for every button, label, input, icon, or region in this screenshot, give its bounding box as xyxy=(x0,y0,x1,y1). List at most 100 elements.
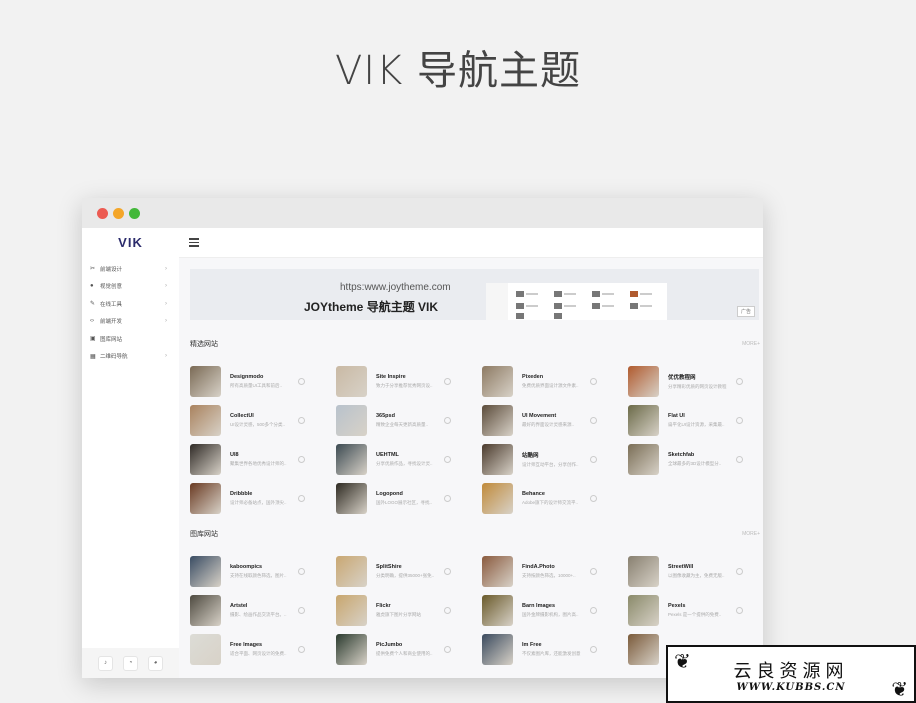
info-icon[interactable] xyxy=(444,646,451,653)
site-name: Free Images xyxy=(230,642,263,648)
info-icon[interactable] xyxy=(590,646,597,653)
site-card[interactable]: Site Inspire 致力于分享推荐优秀网页设.. xyxy=(336,362,482,401)
bell-icon[interactable]: ♪ xyxy=(98,655,113,671)
scissors-icon: ✂ xyxy=(90,266,96,273)
site-card[interactable]: Im Free 不仅素图片库，还能激发创意 xyxy=(482,630,628,669)
site-card[interactable]: PicJumbo 提供免费个人和商业使用的.. xyxy=(336,630,482,669)
section-more-link[interactable]: MORE+ xyxy=(742,341,760,347)
site-card[interactable]: 优优教程网 分享精彩优质的网页设计教程 xyxy=(628,362,763,401)
site-thumbnail xyxy=(628,634,659,665)
info-icon[interactable] xyxy=(444,417,451,424)
site-logo[interactable]: VIK xyxy=(82,235,179,250)
site-description: 提供免费个人和商业使用的.. xyxy=(376,651,433,656)
site-thumbnail xyxy=(482,634,513,665)
info-icon[interactable] xyxy=(736,607,743,614)
maximize-window-button[interactable] xyxy=(129,208,140,219)
site-thumbnail xyxy=(336,405,367,436)
site-name: Designmodo xyxy=(230,374,264,380)
site-name: PicJumbo xyxy=(376,642,403,648)
info-icon[interactable] xyxy=(590,495,597,502)
site-card[interactable]: Sketchfab 全球最多的3D设计模型分.. xyxy=(628,440,763,479)
window-titlebar xyxy=(82,198,763,228)
site-card-text: Flickr 雅虎旗下图片分享网站 xyxy=(376,603,446,618)
site-description: 分享优质作品，寻找设计灵.. xyxy=(376,461,433,466)
site-card[interactable]: UI8 聚集世界各地优秀设计师的.. xyxy=(190,440,336,479)
site-card-text: Free Images 适合平面、网页设计的免费.. xyxy=(230,642,300,657)
info-icon[interactable] xyxy=(298,607,305,614)
site-name: Site Inspire xyxy=(376,374,406,380)
close-window-button[interactable] xyxy=(97,208,108,219)
site-card[interactable]: Logopond 国外LOGO展示社区，寻找.. xyxy=(336,479,482,518)
site-card[interactable]: Free Images 适合平面、网页设计的免费.. xyxy=(190,630,336,669)
site-card-text: FindA.Photo 支持按颜色筛选，10000+.. xyxy=(522,564,592,579)
section-more-link[interactable]: MORE+ xyxy=(742,531,760,537)
info-icon[interactable] xyxy=(298,568,305,575)
site-card[interactable]: Behance Adobe旗下的设计师交流平.. xyxy=(482,479,628,518)
site-card[interactable]: UEHTML 分享优质作品，寻找设计灵.. xyxy=(336,440,482,479)
site-card-text: Im Free 不仅素图片库，还能激发创意 xyxy=(522,642,592,657)
weibo-icon[interactable]: ◔ xyxy=(123,655,138,671)
site-description: 分类明确，提供35000+张免.. xyxy=(376,573,435,578)
site-card[interactable]: StreetWill 以图像收藏为主，免费无版.. xyxy=(628,552,763,591)
site-card-text: StreetWill 以图像收藏为主，免费无版.. xyxy=(668,564,738,579)
info-icon[interactable] xyxy=(444,607,451,614)
site-card[interactable]: Designmodo 所有高质量UI工具和前后.. xyxy=(190,362,336,401)
sidebar-footer: ♪ ◔ ◕ xyxy=(82,648,179,678)
site-card-text: 365psd 精致企业每天更新高质量.. xyxy=(376,413,446,428)
site-card[interactable]: 365psd 精致企业每天更新高质量.. xyxy=(336,401,482,440)
site-card[interactable]: Barn Images 国外金牌摄影机构，图片高.. xyxy=(482,591,628,630)
info-icon[interactable] xyxy=(444,495,451,502)
info-icon[interactable] xyxy=(444,378,451,385)
site-card[interactable]: SplitShire 分类明确，提供35000+张免.. xyxy=(336,552,482,591)
info-icon[interactable] xyxy=(444,456,451,463)
info-icon[interactable] xyxy=(590,607,597,614)
site-card[interactable]: CollectUI UI设计灵感，500多个分类.. xyxy=(190,401,336,440)
info-icon[interactable] xyxy=(736,417,743,424)
site-card[interactable]: kaboompics 支持在线取颜色筛选，图片.. xyxy=(190,552,336,591)
hamburger-menu-icon[interactable] xyxy=(189,238,199,249)
site-card[interactable]: Flickr 雅虎旗下图片分享网站 xyxy=(336,591,482,630)
ad-banner[interactable]: https:www.joytheme.com JOYtheme 导航主题 VIK xyxy=(190,269,759,320)
info-icon[interactable] xyxy=(444,568,451,575)
info-icon[interactable] xyxy=(590,378,597,385)
site-card[interactable]: Pixeden 免费优质界面设计源文件素.. xyxy=(482,362,628,401)
site-name: UEHTML xyxy=(376,452,399,458)
info-icon[interactable] xyxy=(736,456,743,463)
info-icon[interactable] xyxy=(590,456,597,463)
info-icon[interactable] xyxy=(736,378,743,385)
sidebar-item-online-tools[interactable]: ✎ 在线工具 › xyxy=(82,295,179,313)
site-description: Adobe旗下的设计师交流平.. xyxy=(522,500,579,505)
info-icon[interactable] xyxy=(736,568,743,575)
site-name: Behance xyxy=(522,491,545,497)
sidebar-item-frontend-design[interactable]: ✂ 前端设计 › xyxy=(82,260,179,278)
site-thumbnail xyxy=(628,405,659,436)
site-card[interactable]: Flat UI 扁平化UI设计资源，采集最.. xyxy=(628,401,763,440)
info-icon[interactable] xyxy=(298,417,305,424)
info-icon[interactable] xyxy=(298,495,305,502)
info-icon[interactable] xyxy=(590,568,597,575)
minimize-window-button[interactable] xyxy=(113,208,124,219)
sidebar-item-frontend-dev[interactable]: ‹› 前端开发 › xyxy=(82,313,179,331)
site-card[interactable]: Pexels Pexels 是一个提供的免费.. xyxy=(628,591,763,630)
site-thumbnail xyxy=(482,405,513,436)
sidebar-item-label: 前端开发 xyxy=(100,319,123,326)
site-description: 适合平面、网页设计的免费.. xyxy=(230,651,287,656)
sidebar-item-image-sites[interactable]: ▣ 图库网站 xyxy=(82,330,179,348)
info-icon[interactable] xyxy=(298,378,305,385)
site-thumbnail xyxy=(190,366,221,397)
site-card[interactable]: FindA.Photo 支持按颜色筛选，10000+.. xyxy=(482,552,628,591)
info-icon[interactable] xyxy=(590,417,597,424)
site-card[interactable]: UI Movement 最好的界面设计灵感来源.. xyxy=(482,401,628,440)
site-card[interactable]: 站酷网 设计师互动平台，分享创作.. xyxy=(482,440,628,479)
sidebar-item-visual-creative[interactable]: ● 视觉创意 › xyxy=(82,278,179,296)
site-card-text: SplitShire 分类明确，提供35000+张免.. xyxy=(376,564,446,579)
site-card-text: 站酷网 设计师互动平台，分享创作.. xyxy=(522,451,592,468)
site-description: 最好的界面设计灵感来源.. xyxy=(522,422,574,427)
sidebar-item-qrcode-nav[interactable]: ▦ 二维码导航 › xyxy=(82,348,179,366)
info-icon[interactable] xyxy=(298,646,305,653)
site-card[interactable]: Artstel 摄影、绘画作品交流平台。.. xyxy=(190,591,336,630)
wechat-icon[interactable]: ◕ xyxy=(148,655,163,671)
sidebar-item-label: 图库网站 xyxy=(100,336,123,343)
info-icon[interactable] xyxy=(298,456,305,463)
site-card[interactable]: Dribbble 设计师必备站点，国外顶尖.. xyxy=(190,479,336,518)
